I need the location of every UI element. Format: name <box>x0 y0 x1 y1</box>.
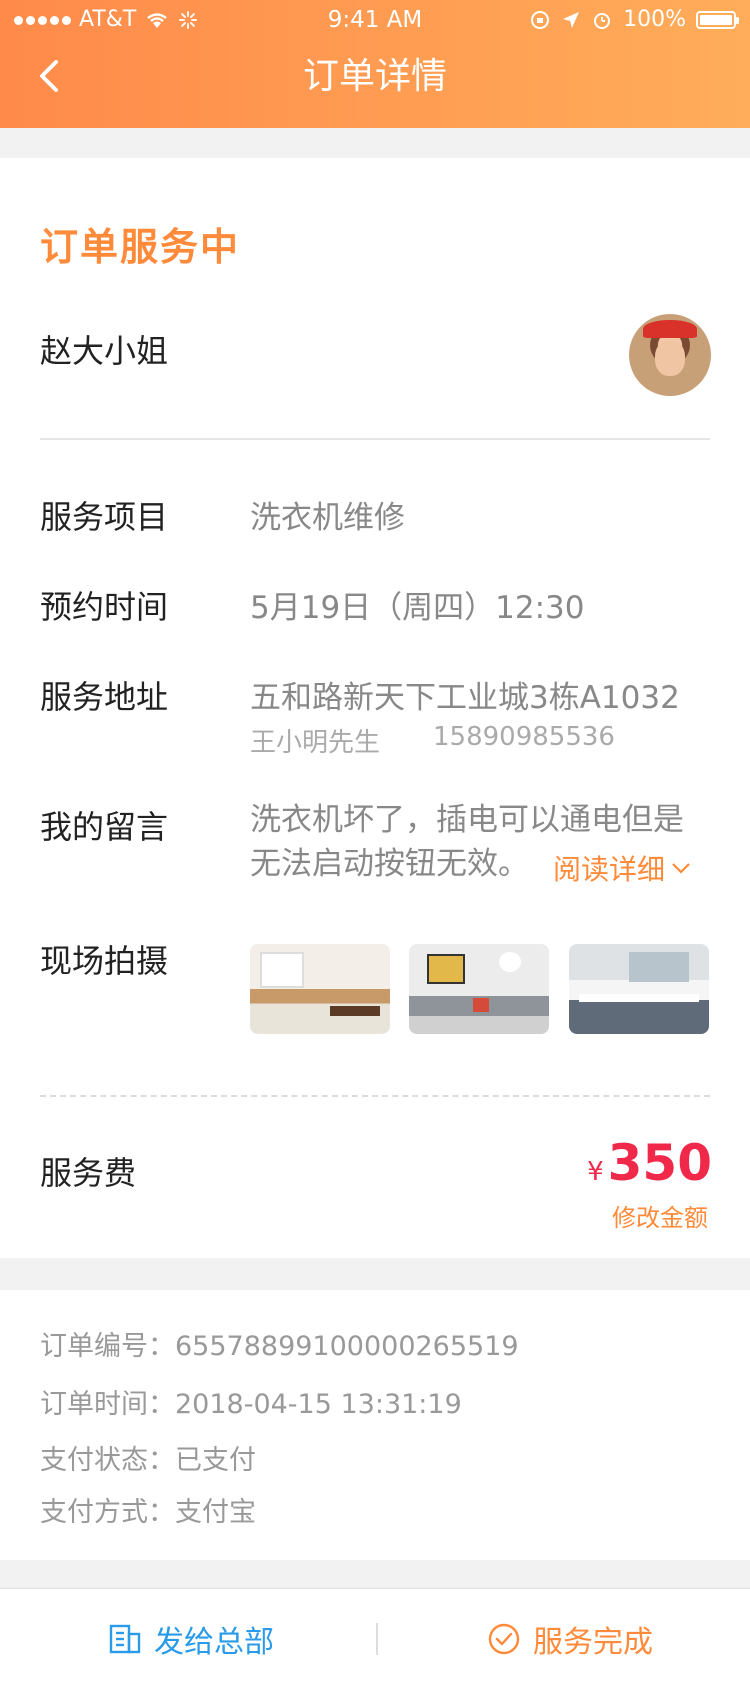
header: AT&T 9:41 AM 100% 订单详情 <box>0 0 750 128</box>
divider <box>40 438 710 440</box>
edit-amount-link[interactable]: 修改金额 <box>612 1198 708 1233</box>
photos-label: 现场拍摄 <box>40 942 169 980</box>
site-photo-2[interactable] <box>409 944 549 1034</box>
page-title: 订单详情 <box>302 56 447 97</box>
site-photo-1[interactable] <box>250 944 390 1034</box>
service-complete-button[interactable]: 服务完成 <box>487 1589 653 1689</box>
send-to-hq-button[interactable]: 发给总部 <box>108 1589 274 1689</box>
order-number-value: 6557889910000026551­9 <box>175 1331 519 1362</box>
service-value: 洗衣机维修 <box>250 500 405 536</box>
order-info-card: 订单编号：6557889910000026551­9 订单时间：2018-04-… <box>0 1290 750 1560</box>
button-separator <box>376 1623 378 1655</box>
site-photo-3[interactable] <box>569 944 709 1034</box>
fee-amount: 350 <box>607 1134 712 1192</box>
order-number-label: 订单编号： <box>40 1331 175 1362</box>
service-complete-label: 服务完成 <box>533 1625 653 1660</box>
avatar[interactable] <box>629 314 711 396</box>
chevron-down-icon <box>672 863 690 874</box>
order-time-value: 2018-04-15 13:31:19 <box>175 1389 462 1420</box>
status-bar: AT&T 9:41 AM 100% <box>0 0 750 40</box>
status-right: 100% <box>529 0 739 40</box>
check-circle-icon <box>488 1623 520 1655</box>
order-status: 订单服务中 <box>40 225 241 269</box>
service-label: 服务项目 <box>40 498 169 536</box>
fee-price: ¥ 350 <box>587 1134 712 1192</box>
alarm-icon <box>594 13 611 29</box>
read-more-label: 阅读详细 <box>553 853 666 886</box>
battery-icon <box>696 11 739 29</box>
send-to-hq-label: 发给总部 <box>154 1625 274 1660</box>
building-icon <box>109 1624 141 1654</box>
customer-name: 赵大小姐 <box>40 332 169 370</box>
time-value: 5月19日（周四）12:30 <box>250 590 585 626</box>
pay-method-label: 支付方式： <box>40 1497 175 1528</box>
order-number: 订单编号：6557889910000026551­9 <box>40 1324 519 1363</box>
pay-method: 支付方式：支付宝 <box>40 1490 256 1529</box>
address-label: 服务地址 <box>40 678 169 716</box>
fee-label: 服务费 <box>40 1154 137 1192</box>
order-time: 订单时间：2018-04-15 13:31:19 <box>40 1382 462 1421</box>
order-time-label: 订单时间： <box>40 1389 175 1420</box>
time-label: 预约时间 <box>40 588 169 626</box>
dashed-divider <box>40 1095 710 1097</box>
pay-status: 支付状态：已支付 <box>40 1438 256 1477</box>
orientation-lock-icon <box>531 11 550 29</box>
address-value: 五和路新天下工业城3栋A1032 <box>250 680 680 716</box>
order-detail-card: 订单服务中 赵大小姐 服务项目 洗衣机维修 预约时间 5月19日（周四）12:3… <box>0 158 750 1258</box>
bottom-action-bar: 发给总部 服务完成 <box>0 1588 750 1689</box>
pay-method-value: 支付宝 <box>175 1497 256 1528</box>
pay-status-label: 支付状态： <box>40 1445 175 1476</box>
message-label: 我的留言 <box>40 808 169 846</box>
currency-symbol: ¥ <box>587 1157 604 1187</box>
read-more-link[interactable]: 阅读详细 <box>553 848 691 888</box>
contact-name: 王小明先生 <box>250 728 381 758</box>
pay-status-value: 已支付 <box>175 1445 256 1476</box>
contact-phone[interactable]: 15890985536 <box>433 722 615 752</box>
location-icon <box>563 12 580 28</box>
battery-percent: 100% <box>623 7 686 32</box>
